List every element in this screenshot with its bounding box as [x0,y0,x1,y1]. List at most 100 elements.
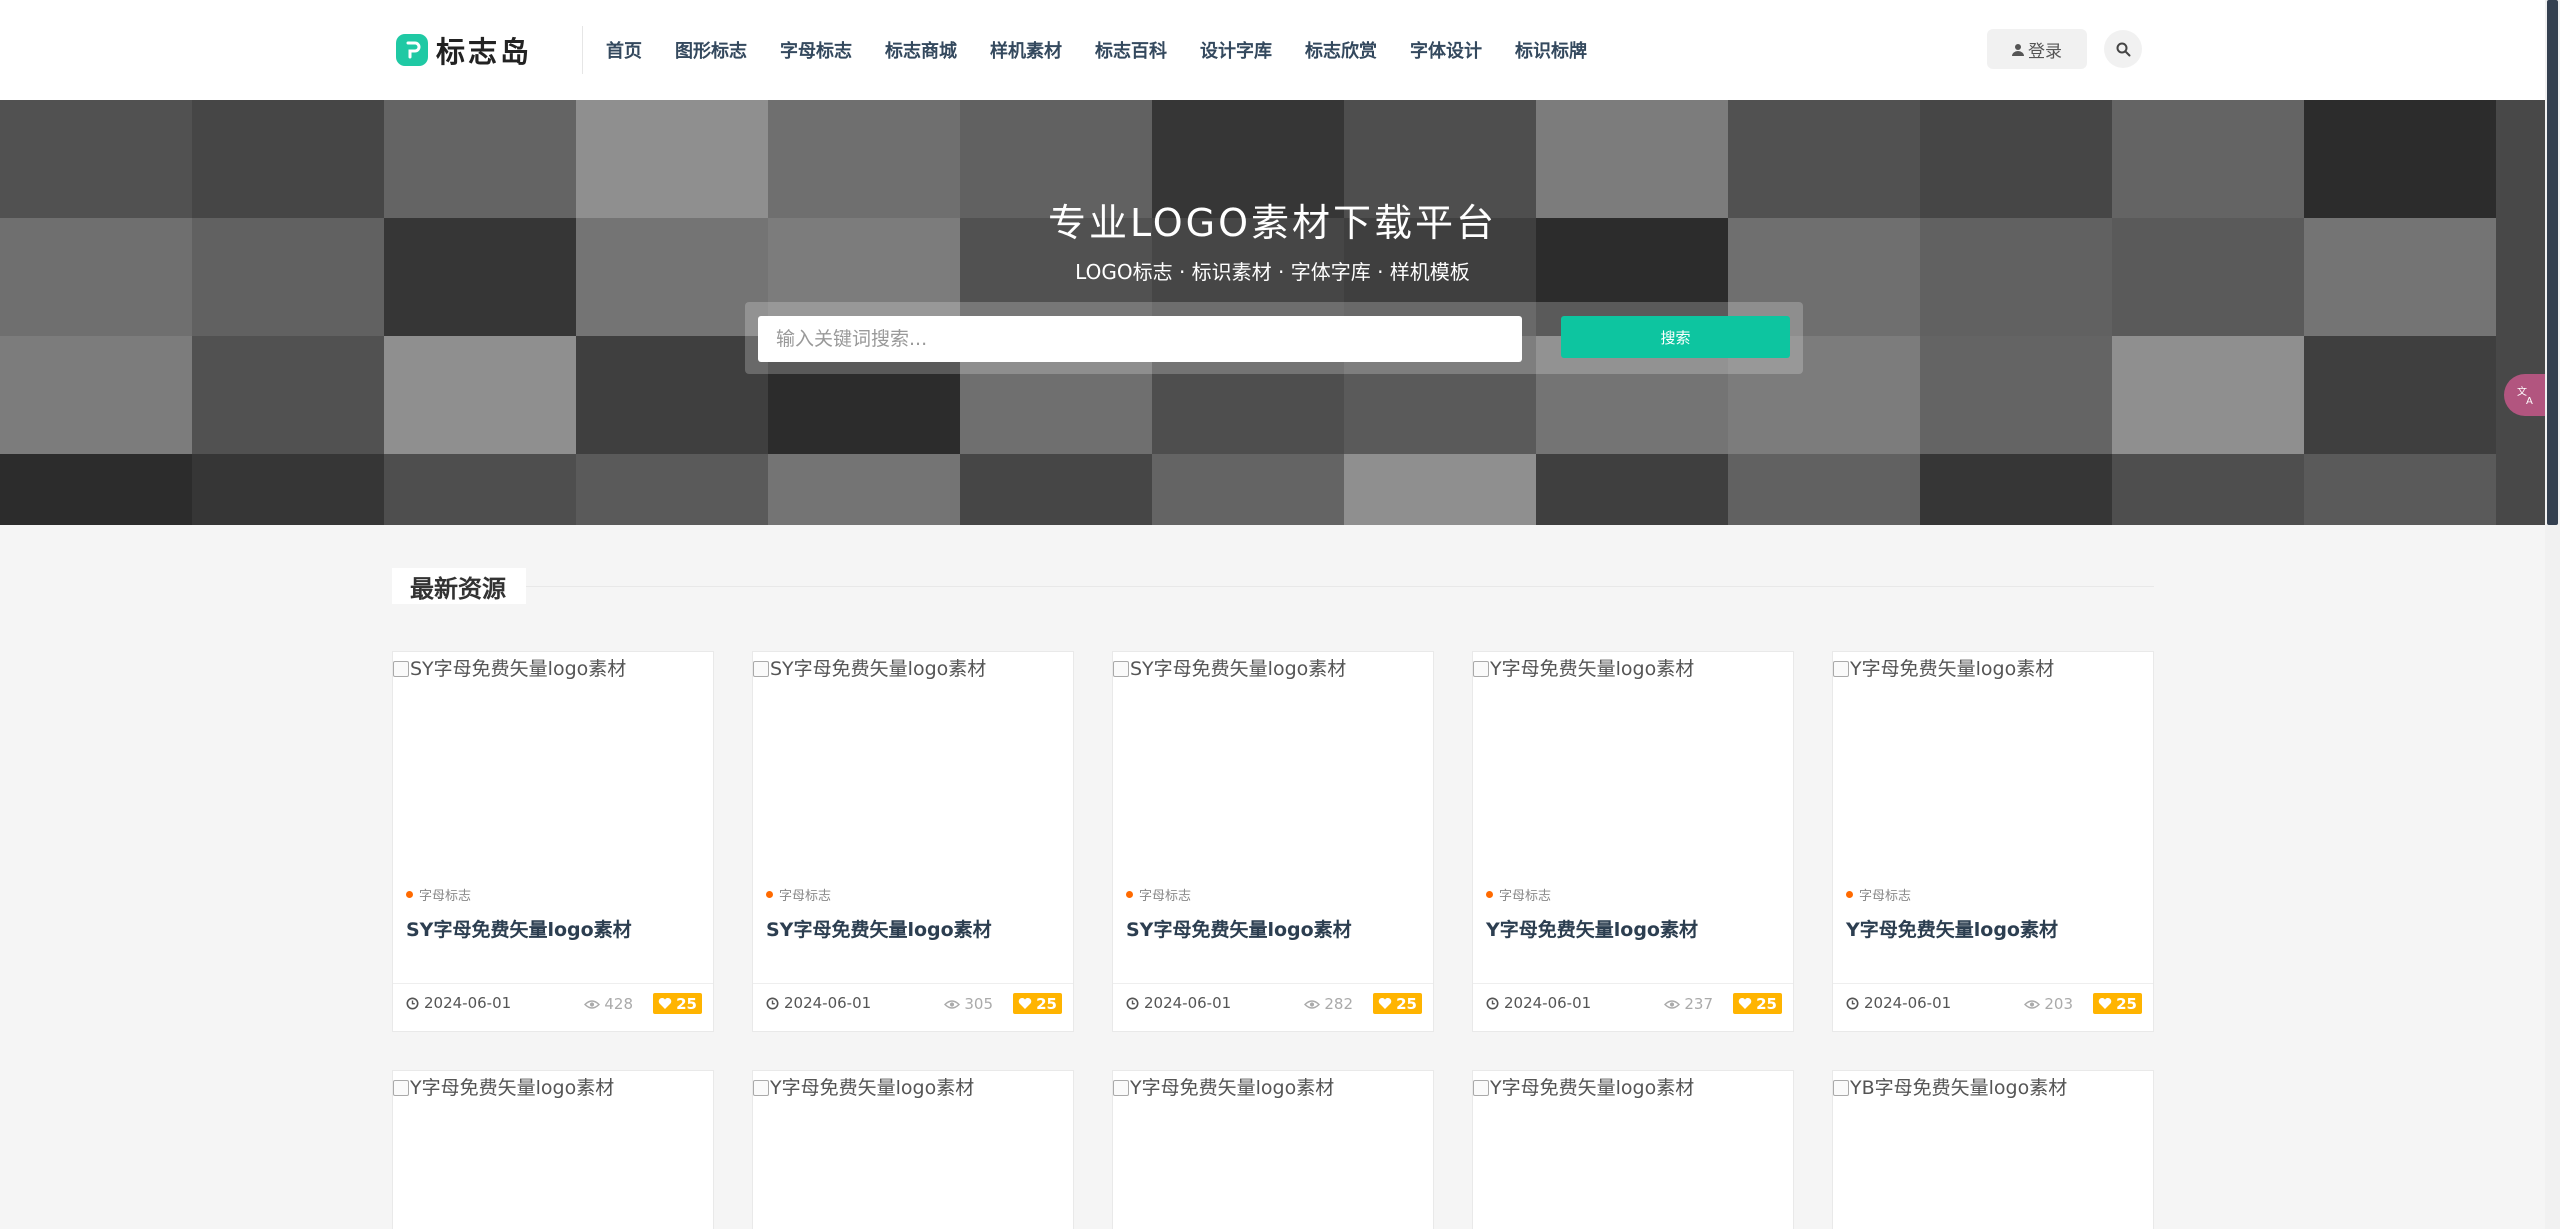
card-thumbnail[interactable]: Y字母免费矢量logo素材 [1113,1071,1433,1229]
card-thumbnail[interactable]: Y字母免费矢量logo素材 [393,1071,713,1229]
card-title-rest: 字母免费矢量logo素材 [793,919,992,941]
broken-image-icon [1113,1080,1129,1096]
card-category[interactable]: 字母标志 [1486,885,1551,904]
resource-grid: SY字母免费矢量logo素材 字母标志 SY字母免费矢量logo素材 2024-… [392,651,2154,1229]
like-badge[interactable]: 25 [653,993,702,1014]
resource-card[interactable]: YB字母免费矢量logo素材 [1832,1070,2154,1229]
date-text: 2024-06-01 [424,994,512,1012]
nav-item-logo-shop[interactable]: 标志商城 [885,37,957,63]
card-title-rest: 字母免费矢量logo素材 [433,919,632,941]
translate-icon: 文 A [2517,385,2533,406]
card-thumbnail[interactable]: Y字母免费矢量logo素材 [1473,652,1793,870]
card-date: 2024-06-01 [1846,994,1951,1012]
header-search-button[interactable] [2104,30,2142,68]
card-title[interactable]: SY字母免费矢量logo素材 [406,915,632,942]
category-dot [1126,891,1133,898]
brand-name: 标志岛 [436,35,533,69]
nav-item-logo-showcase[interactable]: 标志欣赏 [1305,37,1377,63]
likes-count: 25 [2116,994,2137,1013]
eye-icon [2024,999,2041,1009]
login-label: 登录 [2028,41,2062,62]
card-thumbnail[interactable]: Y字母免费矢量logo素材 [753,1071,1073,1229]
nav-item-font-design[interactable]: 字体设计 [1410,37,1482,63]
scrollbar-thumb[interactable] [2547,0,2558,525]
heart-icon [658,997,672,1009]
resource-card[interactable]: Y字母免费矢量logo素材 [1472,1070,1794,1229]
nav-item-letter-logos[interactable]: 字母标志 [780,37,852,63]
nav-item-mockups[interactable]: 样机素材 [990,37,1062,63]
like-badge[interactable]: 25 [1373,993,1422,1014]
card-thumbnail[interactable]: SY字母免费矢量logo素材 [753,652,1073,870]
thumbnail-alt-text: Y字母免费矢量logo素材 [410,1077,615,1099]
resource-card[interactable]: SY字母免费矢量logo素材 字母标志 SY字母免费矢量logo素材 2024-… [752,651,1074,1032]
resource-card[interactable]: Y字母免费矢量logo素材 [392,1070,714,1229]
card-title-rest: 字母免费矢量logo素材 [1499,919,1698,941]
hero-search-input[interactable] [758,316,1522,362]
views-count: 282 [1324,995,1353,1013]
card-category[interactable]: 字母标志 [1126,885,1191,904]
thumbnail-alt-text: Y字母免费矢量logo素材 [1850,658,2055,680]
views-count: 203 [2044,995,2073,1013]
search-icon [2116,42,2130,56]
card-title[interactable]: SY字母免费矢量logo素材 [1126,915,1352,942]
card-thumbnail[interactable]: Y字母免费矢量logo素材 [1833,652,2153,870]
hero-title: 专业LOGO素材下载平台 [1047,201,1498,245]
like-badge[interactable]: 25 [1733,993,1782,1014]
card-divider [1113,983,1433,984]
nav-item-graphic-logos[interactable]: 图形标志 [675,37,747,63]
resource-card[interactable]: SY字母免费矢量logo素材 字母标志 SY字母免费矢量logo素材 2024-… [392,651,714,1032]
broken-image-icon [1473,661,1489,677]
card-title-rest: 字母免费矢量logo素材 [1859,919,2058,941]
card-category[interactable]: 字母标志 [406,885,471,904]
card-title-prefix: SY [766,919,794,941]
clock-icon [1846,997,1859,1009]
broken-image-icon [1833,661,1849,677]
resource-card[interactable]: Y字母免费矢量logo素材 字母标志 Y字母免费矢量logo素材 2024-06… [1832,651,2154,1032]
site-logo[interactable]: 标志岛 [396,32,533,69]
card-thumbnail[interactable]: YB字母免费矢量logo素材 [1833,1071,2153,1229]
login-button[interactable]: 登录 [1987,29,2087,69]
category-dot [766,891,773,898]
card-thumbnail[interactable]: SY字母免费矢量logo素材 [393,652,713,870]
card-title[interactable]: Y字母免费矢量logo素材 [1486,915,1698,942]
nav-item-signage[interactable]: 标识标牌 [1515,37,1587,63]
card-divider [1833,983,2153,984]
nav-item-fonts[interactable]: 设计字库 [1200,37,1272,63]
broken-image-icon [1473,1080,1489,1096]
likes-count: 25 [1396,994,1417,1013]
nav-item-home[interactable]: 首页 [606,37,642,63]
like-badge[interactable]: 25 [2093,993,2142,1014]
card-title-rest: 字母免费矢量logo素材 [1153,919,1352,941]
hero-search-button[interactable]: 搜索 [1561,316,1790,358]
like-badge[interactable]: 25 [1013,993,1062,1014]
card-category[interactable]: 字母标志 [766,885,831,904]
card-divider [393,983,713,984]
card-title[interactable]: Y字母免费矢量logo素材 [1846,915,2058,942]
thumbnail-alt-text: SY字母免费矢量logo素材 [410,658,627,680]
hero-search-box: 搜索 [745,302,1803,374]
section-title: 最新资源 [392,568,526,604]
category-label: 字母标志 [419,889,472,904]
card-date: 2024-06-01 [1486,994,1591,1012]
likes-count: 25 [1756,994,1777,1013]
resource-card[interactable]: Y字母免费矢量logo素材 [1112,1070,1434,1229]
card-thumbnail[interactable]: SY字母免费矢量logo素材 [1113,652,1433,870]
card-thumbnail[interactable]: Y字母免费矢量logo素材 [1473,1071,1793,1229]
thumbnail-alt-text: SY字母免费矢量logo素材 [770,658,987,680]
resource-card[interactable]: SY字母免费矢量logo素材 字母标志 SY字母免费矢量logo素材 2024-… [1112,651,1434,1032]
eye-icon [584,999,601,1009]
thumbnail-alt-text: Y字母免费矢量logo素材 [1130,1077,1335,1099]
card-title-prefix: Y [1846,919,1860,941]
resource-card[interactable]: Y字母免费矢量logo素材 [752,1070,1074,1229]
card-category[interactable]: 字母标志 [1846,885,1911,904]
category-dot [406,891,413,898]
likes-count: 25 [1036,994,1057,1013]
resource-card[interactable]: Y字母免费矢量logo素材 字母标志 Y字母免费矢量logo素材 2024-06… [1472,651,1794,1032]
nav-item-logo-wiki[interactable]: 标志百科 [1095,37,1167,63]
clock-icon [1126,997,1139,1009]
logo-divider [582,26,583,74]
card-title[interactable]: SY字母免费矢量logo素材 [766,915,992,942]
category-label: 字母标志 [1859,889,1912,904]
card-date: 2024-06-01 [1126,994,1231,1012]
views-count: 428 [604,995,633,1013]
